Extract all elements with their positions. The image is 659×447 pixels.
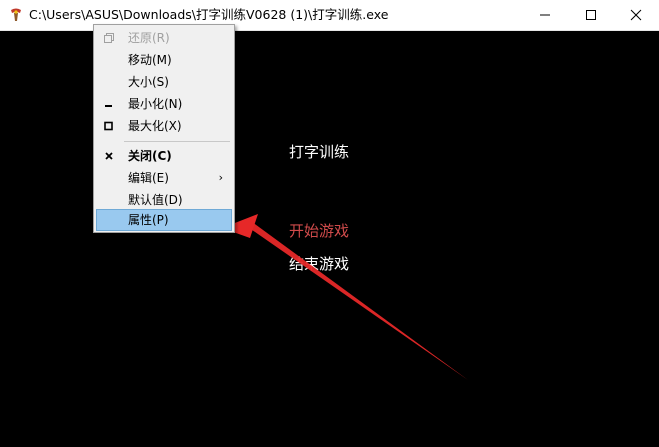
menu-item-size[interactable]: 大小(S): [96, 71, 232, 93]
console-window: C:\Users\ASUS\Downloads\打字训练V0628 (1)\打字…: [0, 0, 659, 447]
maximize-button[interactable]: [568, 0, 614, 30]
menu-item-label: 最大化(X): [128, 119, 182, 133]
menu-item-move[interactable]: 移动(M): [96, 49, 232, 71]
menu-item-label: 大小(S): [128, 75, 169, 89]
restore-icon: [104, 33, 114, 43]
menu-item-close[interactable]: 关闭(C): [96, 145, 232, 167]
menu-item-label: 最小化(N): [128, 97, 183, 111]
end-game-option[interactable]: 结束游戏: [289, 253, 349, 274]
close-button[interactable]: [613, 0, 659, 30]
menu-item-label: 属性(P): [128, 213, 169, 227]
menu-item-label: 移动(M): [128, 53, 172, 67]
minimize-icon: [540, 14, 550, 16]
maximize-icon: [104, 121, 113, 131]
close-icon: [630, 9, 642, 21]
menu-separator: [124, 141, 230, 142]
menu-item-properties[interactable]: 属性(P): [96, 209, 232, 231]
menu-item-defaults[interactable]: 默认值(D): [96, 189, 232, 211]
menu-item-minimize[interactable]: 最小化(N): [96, 93, 232, 115]
menu-item-label: 还原(R): [128, 31, 170, 45]
minimize-icon: [105, 105, 112, 107]
menu-item-edit[interactable]: 编辑(E) ›: [96, 167, 232, 189]
app-icon[interactable]: [8, 7, 24, 23]
minimize-button[interactable]: [522, 0, 568, 30]
menu-item-restore[interactable]: 还原(R): [96, 27, 232, 49]
menu-item-label: 默认值(D): [128, 193, 183, 207]
system-menu: 还原(R) 移动(M) 大小(S) 最小化(N) 最大化(X) 关闭(C) 编辑…: [93, 24, 235, 233]
chevron-right-icon: ›: [218, 171, 223, 184]
menu-item-maximize[interactable]: 最大化(X): [96, 115, 232, 137]
menu-item-label: 关闭(C): [128, 149, 172, 163]
game-title: 打字训练: [289, 143, 350, 161]
close-icon: [105, 152, 113, 160]
start-game-option[interactable]: 开始游戏: [289, 220, 349, 241]
menu-item-label: 编辑(E): [128, 171, 169, 185]
maximize-icon: [586, 10, 596, 20]
